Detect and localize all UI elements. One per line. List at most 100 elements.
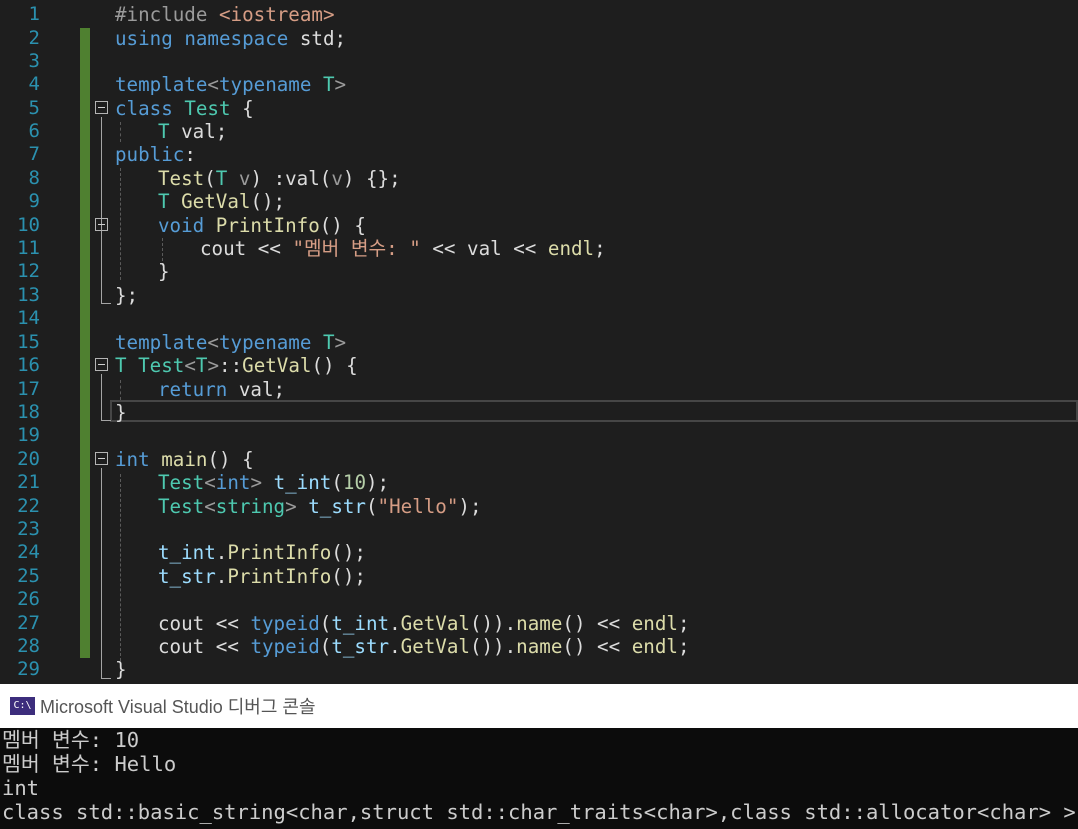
token-function: name xyxy=(516,612,563,635)
token-identifier: cout xyxy=(158,612,205,635)
token-function: PrintInfo xyxy=(227,541,332,564)
token-punct: ( xyxy=(319,612,332,635)
code-line-16[interactable]: 16 T Test<T>::GetVal() { xyxy=(0,354,1078,377)
line-number: 28 xyxy=(17,635,40,657)
code-line-7[interactable]: 7 public: xyxy=(0,143,1078,166)
token-punct: < xyxy=(204,495,216,518)
token-type: T xyxy=(115,354,127,377)
token-identifier: cout xyxy=(200,237,247,260)
line-number: 17 xyxy=(17,378,40,400)
console-output-line: 멤버 변수: Hello xyxy=(2,752,177,776)
token-keyword: void xyxy=(158,214,205,237)
code-line-29[interactable]: 29 } xyxy=(0,658,1078,681)
token-function: name xyxy=(516,635,563,658)
token-punct: } xyxy=(158,260,170,283)
line-number: 14 xyxy=(17,307,40,329)
token-variable: t_int xyxy=(331,612,390,635)
token-function: PrintInfo xyxy=(227,565,332,588)
token-punct: < xyxy=(207,331,219,354)
code-line-28[interactable]: 28 cout << typeid(t_str.GetVal()).name()… xyxy=(0,635,1078,658)
code-line-20[interactable]: 20 int main() { xyxy=(0,448,1078,471)
line-number: 12 xyxy=(17,260,40,282)
token-variable: t_str xyxy=(158,565,216,588)
token-type: Test xyxy=(158,495,205,518)
code-line-10[interactable]: 10 void PrintInfo() { xyxy=(0,214,1078,237)
token-punct: > xyxy=(334,331,347,354)
code-line-3[interactable]: 3 xyxy=(0,50,1078,73)
code-line-13[interactable]: 13 }; xyxy=(0,284,1078,307)
token-operator: << xyxy=(585,635,632,658)
code-line-19[interactable]: 19 xyxy=(0,424,1078,447)
line-number: 11 xyxy=(17,237,40,259)
token-punct: : xyxy=(184,143,196,166)
debug-console-output[interactable]: 멤버 변수: 10 멤버 변수: Hello int class std::ba… xyxy=(0,728,1078,829)
token-string: <iostream> xyxy=(218,3,335,26)
token-type: Test xyxy=(184,97,231,120)
token-identifier: val xyxy=(285,167,320,190)
code-line-23[interactable]: 23 xyxy=(0,518,1078,541)
token-punct: > xyxy=(285,495,297,518)
code-line-24[interactable]: 24 t_int.PrintInfo(); xyxy=(0,541,1078,564)
line-number: 22 xyxy=(17,495,40,517)
line-number: 27 xyxy=(17,612,40,634)
line-number: 24 xyxy=(17,541,40,563)
token-string: "Hello" xyxy=(377,495,459,518)
code-line-11[interactable]: 11 cout << "멤버 변수: " << val << endl; xyxy=(0,237,1078,260)
line-number: 23 xyxy=(17,518,40,540)
code-line-17[interactable]: 17 return val; xyxy=(0,378,1078,401)
code-editor[interactable]: 1 #include <iostream> 2 using namespace … xyxy=(0,0,1078,684)
token-keyword: namespace xyxy=(184,27,289,50)
token-punct: ); xyxy=(458,495,482,518)
code-line-14[interactable]: 14 xyxy=(0,307,1078,330)
code-line-25[interactable]: 25 t_str.PrintInfo(); xyxy=(0,565,1078,588)
token-function: endl xyxy=(631,635,678,658)
token-punct: (); xyxy=(331,565,366,588)
code-line-6[interactable]: 6 T val; xyxy=(0,120,1078,143)
token-keyword: template xyxy=(115,73,208,96)
line-number: 25 xyxy=(17,565,40,587)
line-number: 7 xyxy=(28,143,40,165)
token-keyword: typename xyxy=(218,73,312,96)
line-number: 5 xyxy=(28,97,40,119)
token-type: T xyxy=(215,167,228,190)
code-line-21[interactable]: 21 Test<int> t_int(10); xyxy=(0,471,1078,494)
token-function: GetVal xyxy=(181,190,251,213)
code-line-8[interactable]: 8 Test(T v) :val(v) {}; xyxy=(0,167,1078,190)
token-identifier: std xyxy=(299,27,335,50)
collapse-icon[interactable] xyxy=(95,101,108,114)
token-punct: > xyxy=(250,471,262,494)
code-line-12[interactable]: 12 } xyxy=(0,260,1078,283)
line-number: 19 xyxy=(17,424,40,446)
token-punct: ()). xyxy=(469,612,517,635)
debug-console-title: Microsoft Visual Studio 디버그 콘솔 xyxy=(40,697,316,717)
token-punct: ( xyxy=(204,167,216,190)
token-keyword: typename xyxy=(218,331,312,354)
code-line-18[interactable]: 18 } xyxy=(0,401,1078,424)
token-punct: ( xyxy=(319,167,332,190)
collapse-icon[interactable] xyxy=(95,358,108,371)
token-keyword: using xyxy=(115,27,173,50)
token-function: GetVal xyxy=(400,635,470,658)
token-punct: ; xyxy=(334,27,347,50)
code-line-9[interactable]: 9 T GetVal(); xyxy=(0,190,1078,213)
token-punct: < xyxy=(207,73,219,96)
token-punct: (); xyxy=(250,190,286,213)
code-line-2[interactable]: 2 using namespace std; xyxy=(0,27,1078,50)
code-line-22[interactable]: 22 Test<string> t_str("Hello"); xyxy=(0,495,1078,518)
code-line-27[interactable]: 27 cout << typeid(t_int.GetVal()).name()… xyxy=(0,612,1078,635)
code-line-5[interactable]: 5 class Test { xyxy=(0,97,1078,120)
token-variable: t_str xyxy=(331,635,390,658)
code-line-4[interactable]: 4 template<typename T> xyxy=(0,73,1078,96)
code-line-15[interactable]: 15 template<typename T> xyxy=(0,331,1078,354)
collapse-icon[interactable] xyxy=(95,452,108,465)
collapse-icon[interactable] xyxy=(95,218,108,231)
token-punct: () { xyxy=(319,214,366,237)
token-keyword: public xyxy=(115,143,185,166)
token-punct: < xyxy=(204,471,216,494)
code-line-1[interactable]: 1 #include <iostream> xyxy=(0,3,1078,26)
code-line-26[interactable]: 26 xyxy=(0,588,1078,611)
